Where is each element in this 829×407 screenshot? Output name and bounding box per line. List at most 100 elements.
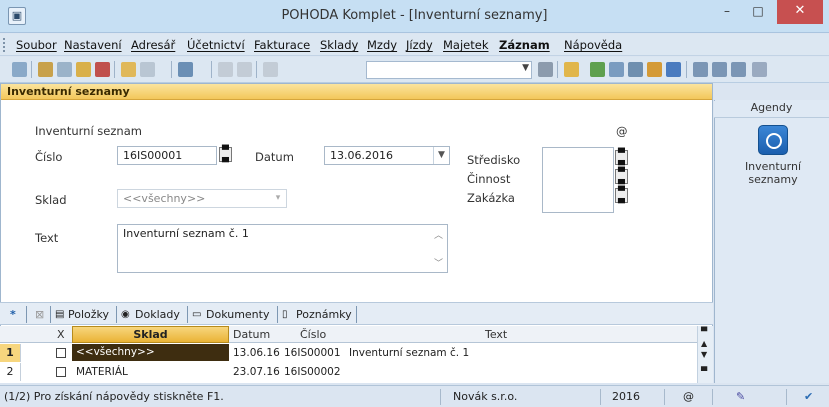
row-datum-cell[interactable]: 23.07.16	[233, 366, 280, 378]
row-number[interactable]: 1	[0, 344, 21, 362]
row-checkbox[interactable]	[56, 348, 66, 358]
status-separator	[786, 389, 787, 405]
report-icon[interactable]	[76, 62, 91, 77]
row-cislo-cell[interactable]: 16IS00001	[284, 347, 341, 359]
row-checkbox[interactable]	[56, 367, 66, 377]
edit-icon[interactable]	[140, 62, 155, 77]
list-icon: ▤	[55, 309, 65, 320]
col-sklad-label: Sklad	[133, 328, 168, 341]
inventory-agenda-icon[interactable]	[758, 125, 788, 155]
scroll-top-icon[interactable]: ▀	[701, 327, 707, 336]
email-icon[interactable]: @	[616, 124, 628, 138]
list-icon[interactable]	[12, 62, 27, 77]
tab-polozky[interactable]: Položky	[68, 307, 109, 323]
menu-ucetnictvi[interactable]: Účetnictví	[187, 38, 245, 52]
chevron-down-icon[interactable]: ▼	[433, 147, 449, 164]
stredisko-list[interactable]	[542, 147, 614, 213]
minimize-button[interactable]: –	[712, 0, 742, 24]
scroll-down-icon[interactable]: ﹀	[434, 256, 443, 269]
filter-icon[interactable]	[538, 62, 553, 77]
row-number[interactable]: 2	[0, 363, 21, 381]
detail-tabs: * ⊠ ▤ Položky ◉ Doklady ▭ Dokumenty ▯ Po…	[0, 302, 713, 325]
chevron-down-icon[interactable]: ▾	[270, 190, 286, 207]
status-hint: (1/2) Pro získání nápovědy stiskněte F1.	[4, 390, 224, 403]
cislo-label: Číslo	[35, 150, 63, 164]
col-cislo-header[interactable]: Číslo	[300, 328, 326, 341]
menu-napoveda[interactable]: Nápověda	[564, 38, 622, 52]
link-icon[interactable]	[590, 62, 605, 77]
help-icon[interactable]	[752, 62, 767, 77]
status-company: Novák s.r.o.	[453, 390, 518, 403]
tab-separator	[116, 306, 117, 323]
toolbar-separator	[211, 61, 212, 78]
col-x-header[interactable]: X	[57, 328, 65, 341]
cinnost-label: Činnost	[467, 172, 511, 186]
col-text-header[interactable]: Text	[485, 328, 507, 341]
toolbar-separator	[686, 61, 687, 78]
filter-icon[interactable]: ⊠	[35, 307, 44, 323]
folder-icon[interactable]	[564, 62, 579, 77]
row-cislo-cell[interactable]: 16IS00002	[284, 366, 341, 378]
save-as-icon[interactable]	[237, 62, 252, 77]
print-preview-icon[interactable]	[38, 62, 53, 77]
agenda-item-label[interactable]: Inventurní seznamy	[728, 160, 818, 186]
window-icon[interactable]	[693, 62, 708, 77]
menu-zaznam[interactable]: Záznam	[499, 38, 550, 52]
scroll-up-icon[interactable]: ︿	[434, 228, 443, 241]
tab-star[interactable]: *	[10, 307, 16, 323]
status-ok-icon[interactable]: ✔	[804, 390, 813, 403]
menu-sklady[interactable]: Sklady	[320, 38, 358, 52]
records-grid: X Sklad Datum Číslo Text 1 <<všechny>> 1…	[0, 326, 713, 383]
scroll-up-icon[interactable]: ▲	[701, 339, 707, 348]
calendar-icon[interactable]	[609, 62, 624, 77]
note-icon: ▯	[282, 309, 288, 320]
zakazka-picker-icon[interactable]: ▀ ▄	[615, 188, 628, 204]
menu-nastaveni[interactable]: Nastavení	[64, 38, 122, 52]
calculator-icon[interactable]	[628, 62, 643, 77]
save-icon[interactable]	[218, 62, 233, 77]
row-datum-cell[interactable]: 13.06.16	[233, 347, 280, 359]
datum-field[interactable]: 13.06.2016 ▼	[324, 146, 450, 165]
back-icon[interactable]	[178, 62, 193, 77]
print-icon[interactable]	[57, 62, 72, 77]
cinnost-picker-icon[interactable]: ▀ ▄	[615, 169, 628, 185]
status-email-icon[interactable]: @	[683, 390, 694, 403]
quick-search-input[interactable]: ▼	[366, 61, 532, 79]
iban-icon[interactable]	[666, 62, 681, 77]
tab-doklady[interactable]: Doklady	[135, 307, 180, 323]
row-text-cell[interactable]: Inventurní seznam č. 1	[349, 347, 469, 359]
menu-jizdy[interactable]: Jízdy	[406, 38, 433, 52]
sklad-select[interactable]: <<všechny>> ▾	[117, 189, 287, 208]
col-sklad-header[interactable]: Sklad	[72, 326, 229, 343]
col-datum-header[interactable]: Datum	[233, 328, 270, 341]
menu-majetek[interactable]: Majetek	[443, 38, 488, 52]
grid-scrollbar[interactable]: ▀ ▲ ▼ ▄	[697, 326, 713, 383]
menu-grip-icon[interactable]	[3, 38, 6, 52]
new-record-icon[interactable]	[121, 62, 136, 77]
scroll-down-icon[interactable]: ▼	[701, 350, 707, 359]
tab-poznamky[interactable]: Poznámky	[296, 307, 352, 323]
cislo-spinner-icon[interactable]: ▀ ▄	[219, 147, 232, 163]
stredisko-picker-icon[interactable]: ▀ ▄	[615, 150, 628, 166]
users-icon[interactable]	[647, 62, 662, 77]
close-button[interactable]: ✕	[777, 0, 823, 24]
scroll-bottom-icon[interactable]: ▄	[701, 362, 707, 371]
chevron-down-icon[interactable]: ▼	[522, 63, 529, 73]
maximize-button[interactable]: □	[743, 0, 773, 24]
text-area[interactable]: Inventurní seznam č. 1 ︿ ﹀	[117, 224, 448, 273]
tab-dokumenty[interactable]: Dokumenty	[206, 307, 269, 323]
menu-soubor[interactable]: Soubor	[16, 38, 57, 52]
export-icon[interactable]	[95, 62, 110, 77]
copy-icon[interactable]	[263, 62, 278, 77]
row-sklad-cell[interactable]: MATERIÁL	[76, 366, 128, 378]
cislo-field[interactable]: 16IS00001	[117, 146, 217, 165]
datum-value: 13.06.2016	[330, 149, 393, 162]
menu-mzdy[interactable]: Mzdy	[367, 38, 397, 52]
row-sklad-cell[interactable]: <<všechny>>	[72, 344, 229, 361]
status-pen-icon[interactable]: ✎	[736, 390, 745, 403]
menu-adresar[interactable]: Adresář	[131, 38, 175, 52]
tab-separator	[26, 306, 27, 323]
menu-fakturace[interactable]: Fakturace	[254, 38, 310, 52]
layout-icon[interactable]	[712, 62, 727, 77]
panel-icon[interactable]	[731, 62, 746, 77]
